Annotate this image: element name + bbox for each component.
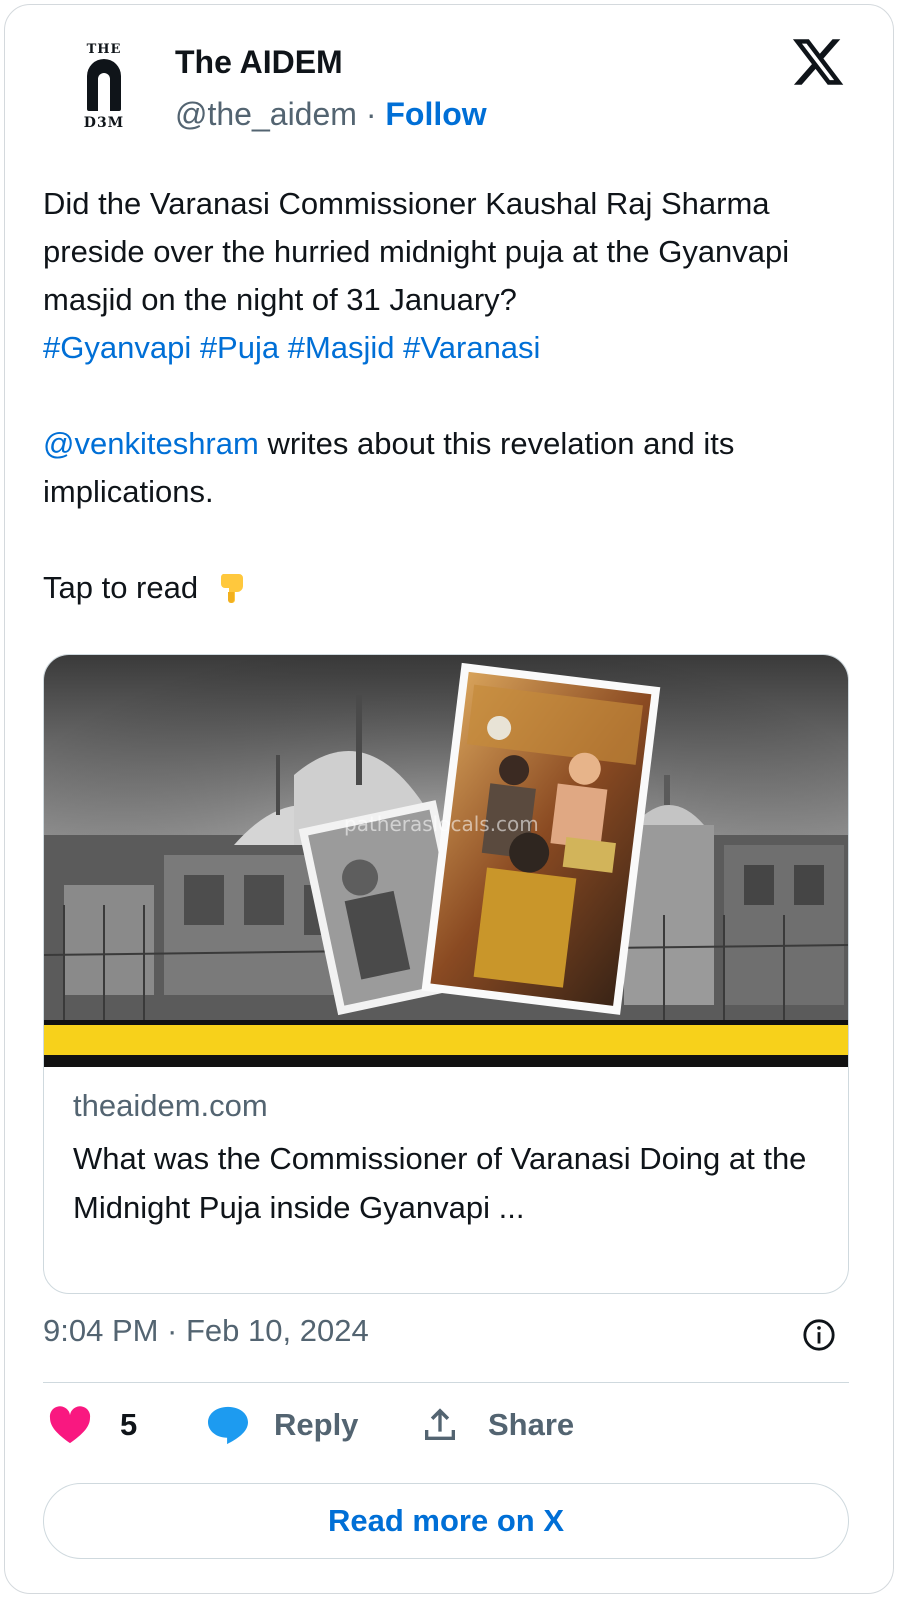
tweet-paragraph-1: Did the Varanasi Commissioner Kaushal Ra…	[43, 180, 843, 324]
follow-button[interactable]: Follow	[385, 96, 486, 132]
share-button[interactable]: Share	[420, 1405, 574, 1445]
tweet-text: Did the Varanasi Commissioner Kaushal Ra…	[43, 180, 843, 612]
info-icon[interactable]	[802, 1318, 836, 1352]
reply-label: Reply	[274, 1407, 359, 1442]
tweet-paragraph-3: Tap to read	[43, 564, 843, 612]
reply-button[interactable]: Reply	[206, 1405, 358, 1445]
like-count: 5	[120, 1407, 138, 1442]
account-handle[interactable]: @the_aidem	[175, 96, 357, 132]
like-button[interactable]: 5	[48, 1405, 137, 1445]
account-handle-row: @the_aidem · Follow	[175, 96, 487, 133]
tap-to-read-text: Tap to read	[43, 570, 199, 605]
tweet-timestamp[interactable]: 9:04 PM · Feb 10, 2024	[43, 1313, 369, 1349]
account-name[interactable]: The AIDEM	[175, 44, 343, 81]
read-more-button[interactable]: Read more on X	[43, 1483, 849, 1559]
x-logo-icon[interactable]	[790, 34, 846, 90]
handle-separator: ·	[365, 96, 377, 132]
divider	[43, 1382, 849, 1383]
mention-link[interactable]: @venkiteshram	[43, 426, 259, 461]
pointing-down-emoji-icon	[220, 574, 243, 603]
avatar-logo-top: THE	[86, 41, 122, 57]
tweet-paragraph-2: @venkiteshram writes about this revelati…	[43, 420, 843, 516]
link-title[interactable]: What was the Commissioner of Varanasi Do…	[73, 1134, 833, 1232]
image-watermark: patheraslocals.com	[344, 812, 539, 836]
share-label: Share	[488, 1407, 575, 1442]
article-image[interactable]: patheraslocals.com	[44, 655, 849, 1075]
tweet-hashtags[interactable]: #Gyanvapi #Puja #Masjid #Varanasi	[43, 324, 843, 372]
link-domain[interactable]: theaidem.com	[73, 1088, 268, 1124]
avatar[interactable]: THE D3M	[66, 36, 142, 136]
tweet-body-line: Did the Varanasi Commissioner Kaushal Ra…	[43, 186, 790, 317]
avatar-logo-bottom: D3M	[83, 114, 125, 131]
heart-icon	[49, 1406, 91, 1444]
reply-bubble-icon	[208, 1406, 248, 1445]
share-icon	[425, 1408, 455, 1440]
avatar-logo-mark	[87, 58, 121, 111]
